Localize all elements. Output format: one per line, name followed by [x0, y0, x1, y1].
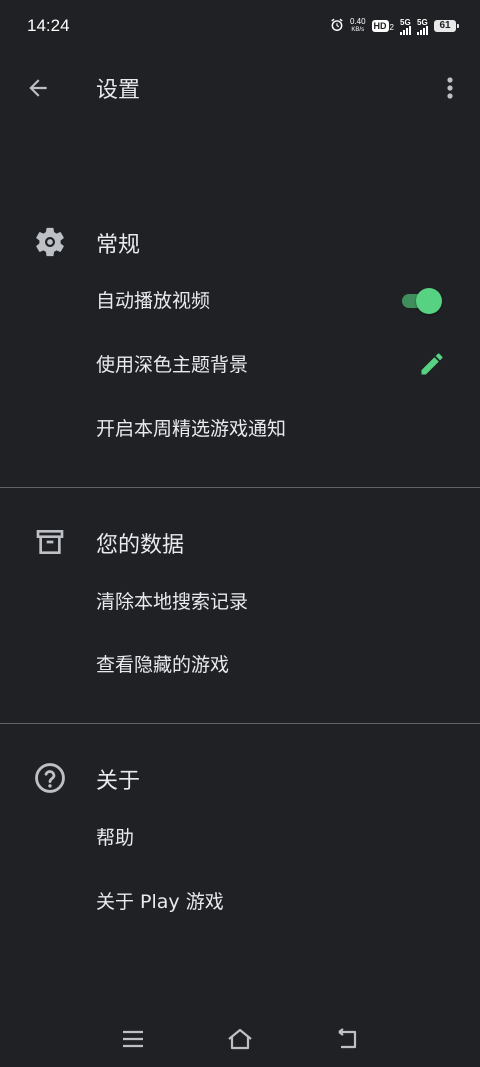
setting-weekly-games-notification[interactable]: 开启本周精选游戏通知: [0, 396, 480, 460]
app-bar: 设置: [0, 52, 480, 120]
home-button[interactable]: [226, 1026, 254, 1052]
pencil-icon: [421, 353, 443, 375]
help-label: 帮助: [96, 827, 135, 849]
clear-history-label: 清除本地搜索记录: [96, 591, 249, 613]
status-time: 14:24: [27, 16, 70, 35]
signal-icon-1: 5G: [400, 18, 411, 35]
autoplay-video-label: 自动播放视频: [96, 290, 211, 312]
network-speed-value: 0.40: [349, 17, 366, 26]
section-title-data: 您的数据: [96, 533, 185, 558]
section-title-general: 常规: [96, 233, 141, 258]
setting-autoplay-video[interactable]: 自动播放视频: [0, 268, 480, 332]
setting-dark-theme[interactable]: 使用深色主题背景: [0, 332, 480, 396]
battery-icon: 61: [434, 20, 459, 32]
back-button[interactable]: [20, 70, 56, 106]
more-options-button[interactable]: [436, 70, 464, 106]
section-title-about: 关于: [96, 769, 141, 794]
signal-icon-2: 5G: [417, 18, 428, 35]
menu-icon: [123, 1030, 143, 1048]
network-speed: 0.40 KB/s: [350, 18, 366, 34]
home-icon: [228, 1028, 252, 1050]
network-speed-unit: KB/s: [351, 27, 365, 33]
autoplay-toggle[interactable]: [398, 285, 444, 315]
about-play-label: 关于 Play 游戏: [96, 891, 224, 913]
hd-badge: HD: [371, 20, 389, 32]
alarm-icon: [330, 17, 344, 36]
edit-theme-button[interactable]: [418, 350, 446, 378]
back-nav-button[interactable]: [333, 1026, 361, 1052]
dark-theme-label: 使用深色主题背景: [96, 354, 249, 376]
status-icons: 0.40 KB/s HD 2 5G 5G 61: [330, 14, 459, 38]
back-nav-icon: [338, 1028, 357, 1049]
hd-indicator: HD 2: [371, 20, 394, 32]
hd-sub: 2: [389, 23, 394, 32]
gear-icon: [32, 224, 68, 260]
setting-help[interactable]: 帮助: [0, 805, 480, 869]
setting-hidden-games[interactable]: 查看隐藏的游戏: [0, 632, 480, 696]
weekly-notify-label: 开启本周精选游戏通知: [96, 418, 287, 440]
arrow-back-icon: [29, 79, 47, 97]
signal-2-label: 5G: [417, 17, 428, 27]
setting-clear-search-history[interactable]: 清除本地搜索记录: [0, 569, 480, 633]
setting-about-play-games[interactable]: 关于 Play 游戏: [0, 869, 480, 933]
divider: [0, 723, 480, 724]
more-vert-icon: [447, 77, 453, 99]
hidden-games-label: 查看隐藏的游戏: [96, 654, 230, 676]
system-nav-bar: [0, 1012, 480, 1067]
signal-1-label: 5G: [400, 17, 411, 27]
archive-icon: [32, 524, 68, 560]
toggle-thumb: [416, 288, 442, 314]
menu-button[interactable]: [119, 1026, 147, 1052]
divider: [0, 487, 480, 488]
status-bar: 14:24 0.40 KB/s HD 2 5G 5G 61: [0, 0, 480, 52]
page-title: 设置: [96, 78, 141, 103]
help-icon: [32, 760, 68, 796]
